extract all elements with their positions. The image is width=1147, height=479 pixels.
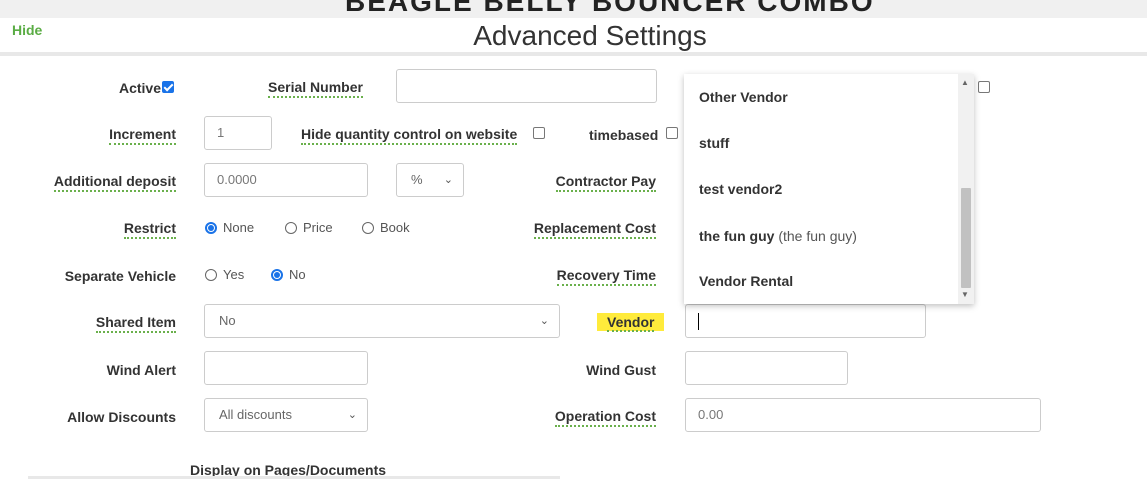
vendor-option[interactable]: stuff (699, 135, 729, 151)
hide-qty-checkbox[interactable] (533, 127, 545, 139)
section-title: Advanced Settings (473, 20, 707, 51)
vendor-input[interactable] (685, 304, 926, 338)
allow-discounts-label: Allow Discounts (67, 409, 176, 425)
top-strip: BEAGLE BELLY BOUNCER COMBO (0, 0, 1147, 18)
operation-cost-label: Operation Cost (554, 408, 656, 427)
shared-item-select[interactable]: No ⌄ (204, 304, 560, 338)
active-checkbox[interactable] (162, 81, 174, 93)
shared-item-value: No (219, 313, 236, 328)
separate-vehicle-no-radio[interactable] (271, 269, 283, 281)
chevron-down-icon: ⌄ (347, 409, 357, 421)
scroll-down-icon[interactable]: ▼ (961, 290, 969, 299)
text-cursor (698, 313, 699, 330)
increment-input[interactable]: 1 (204, 116, 272, 150)
vendor-option-name: Vendor Rental (699, 273, 794, 289)
vendor-option[interactable]: test vendor2 (699, 181, 782, 197)
restrict-book-radio[interactable] (362, 222, 374, 234)
vendor-label: Vendor (597, 313, 665, 332)
vendor-option[interactable]: the fun guy (the fun guy) (699, 228, 857, 244)
vendor-option[interactable]: Other Vendor (699, 89, 788, 105)
vendor-label-text: Vendor (607, 314, 655, 332)
separate-vehicle-label: Separate Vehicle (64, 268, 176, 284)
wind-alert-input[interactable] (204, 351, 368, 385)
separate-vehicle-yes-radio[interactable] (205, 269, 217, 281)
allow-discounts-value: All discounts (219, 407, 292, 422)
contractor-pay-label: Contractor Pay (555, 173, 656, 192)
restrict-none-radio[interactable] (205, 222, 217, 234)
separate-vehicle-no-label: No (289, 267, 306, 282)
deposit-unit-select[interactable]: % ⌄ (396, 163, 464, 197)
vendor-option-sub: (the fun guy) (778, 228, 857, 244)
vendor-option-name: test vendor2 (699, 181, 783, 197)
vendor-option-name: Other Vendor (699, 89, 788, 105)
timebased-checkbox[interactable] (666, 127, 678, 139)
serial-number-label: Serial Number (268, 79, 363, 98)
extra-checkbox[interactable] (978, 81, 990, 93)
scrollbar-thumb[interactable] (961, 188, 971, 288)
allow-discounts-select[interactable]: All discounts ⌄ (204, 398, 368, 432)
timebased-label: timebased (589, 127, 659, 143)
hide-qty-label: Hide quantity control on website (301, 126, 518, 145)
vendor-option[interactable]: Vendor Rental (699, 273, 793, 289)
wind-alert-label: Wind Alert (106, 362, 176, 378)
serial-number-input[interactable] (396, 69, 657, 103)
chevron-down-icon: ⌄ (443, 174, 453, 186)
separate-vehicle-yes-label: Yes (223, 267, 245, 282)
wind-gust-label: Wind Gust (586, 362, 656, 378)
operation-cost-input[interactable]: 0.00 (685, 398, 1041, 432)
restrict-book-label: Book (380, 220, 410, 235)
restrict-price-label: Price (303, 220, 333, 235)
increment-label: Increment (109, 126, 176, 145)
vendor-option-name: stuff (699, 135, 730, 151)
restrict-none-label: None (223, 220, 255, 235)
deposit-unit-value: % (411, 172, 423, 187)
vendor-option-name: the fun guy (699, 228, 775, 244)
shared-item-label: Shared Item (95, 314, 176, 333)
dropdown-scrollbar[interactable]: ▲ ▼ (958, 74, 974, 304)
restrict-price-radio[interactable] (285, 222, 297, 234)
recovery-time-label: Recovery Time (556, 267, 656, 286)
page-title: BEAGLE BELLY BOUNCER COMBO (345, 0, 875, 17)
active-label: Active (118, 80, 161, 96)
vendor-dropdown[interactable]: Other Vendor stuff test vendor2 the fun … (684, 74, 974, 304)
replacement-cost-label: Replacement Cost (533, 220, 656, 239)
header-divider (0, 52, 1147, 56)
chevron-down-icon: ⌄ (539, 315, 549, 327)
additional-deposit-input[interactable]: 0.0000 (204, 163, 368, 197)
scroll-up-icon[interactable]: ▲ (961, 78, 969, 87)
restrict-label: Restrict (123, 220, 176, 239)
wind-gust-input[interactable] (685, 351, 848, 385)
additional-deposit-label: Additional deposit (53, 173, 176, 192)
